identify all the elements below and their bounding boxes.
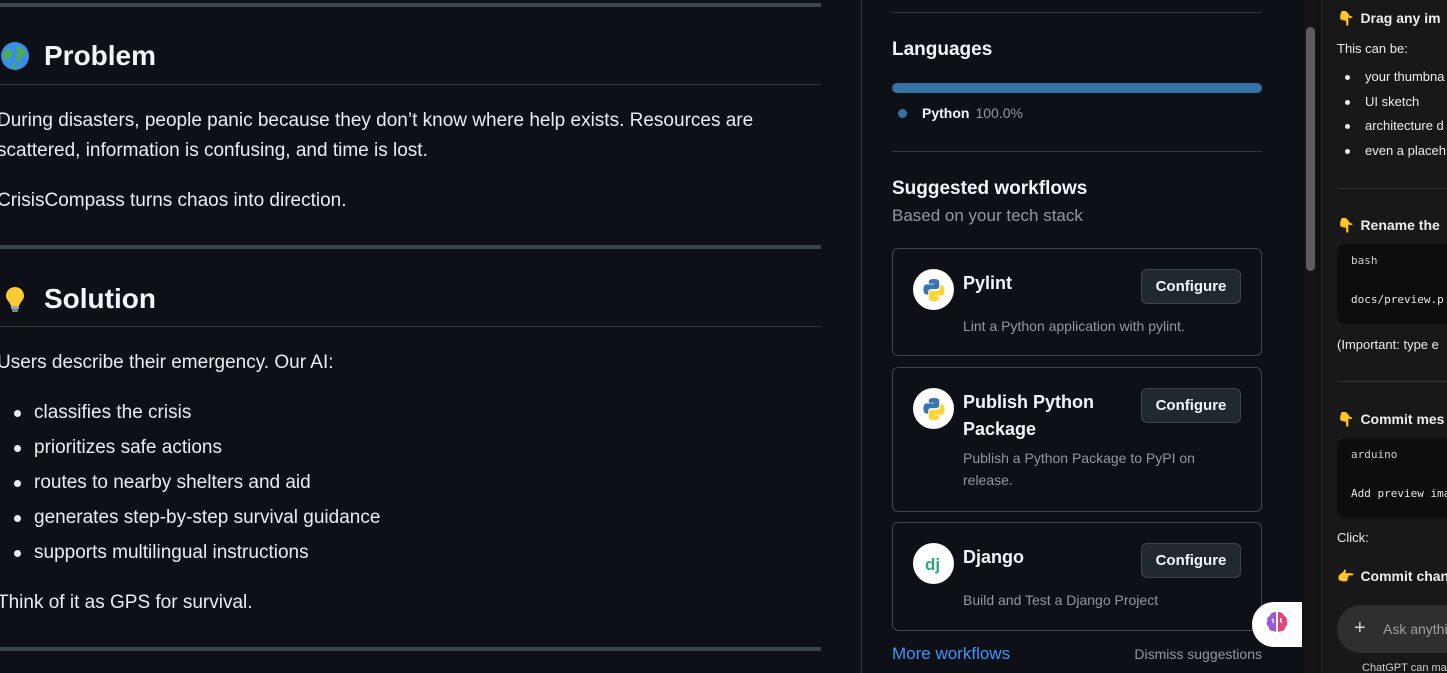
solution-closing: Think of it as GPS for survival. [0,592,253,613]
drag-heading: 👇 Drag any im [1337,10,1441,26]
problem-line-1: During disasters, people panic because t… [0,110,754,131]
dismiss-suggestions-link[interactable]: Dismiss suggestions [1134,646,1262,662]
sidebar-divider [892,12,1262,13]
languages-heading: Languages [892,39,993,60]
chat-divider [1337,188,1447,189]
layout-divider [861,0,862,673]
horizontal-rule [0,647,821,651]
language-name: Python [922,105,970,121]
code-text: Add preview ima [1351,487,1447,500]
suggested-workflows-heading: Suggested workflows [892,178,1088,199]
django-logo-icon: dj [913,543,954,584]
python-logo-icon [913,269,954,310]
list-item: classifies the crisis [13,399,380,434]
horizontal-rule [0,3,821,7]
pointing-down-icon: 👇 [1337,411,1355,427]
list-item: generates step-by-step survival guidance [13,504,380,539]
light-bulb-icon [0,284,30,314]
problem-line-2: scattered, information is confusing, and… [0,140,428,161]
code-block: arduino Add preview ima [1337,438,1447,518]
problem-tagline: CrisisCompass turns chaos into direction… [0,190,347,211]
scrollbar-thumb[interactable] [1306,27,1315,271]
rename-heading: 👇 Rename the [1337,217,1440,233]
list-item: supports multilingual instructions [13,539,380,574]
problem-title: Problem [44,40,157,71]
list-item: prioritizes safe actions [13,434,380,469]
workflow-description: Publish a Python Package to PyPI on rele… [963,450,1195,488]
heading-underline [0,326,821,327]
chat-input-placeholder: Ask anythi [1383,621,1447,637]
configure-button[interactable]: Configure [1141,543,1241,578]
can-be-label: This can be: [1337,41,1408,56]
commit-changes-line: 👉Commit chang [1337,568,1447,584]
workflow-title: Django [963,547,1024,567]
workflow-description: Lint a Python application with pylint. [963,318,1185,334]
more-workflows-link[interactable]: More workflows [892,644,1010,664]
workflow-description: Build and Test a Django Project [963,592,1159,608]
problem-paragraph: During disasters, people panic because t… [0,106,797,166]
heading-underline [0,84,821,85]
workflow-title: Publish Python Package [963,392,1095,439]
chatgpt-panel: 👇 Drag any im This can be: your thumbna U… [1321,0,1447,673]
pointing-down-icon: 👇 [1337,10,1355,26]
code-block: bash docs/preview.p [1337,244,1447,324]
list-item: your thumbna [1345,69,1445,84]
code-language: arduino [1351,448,1398,461]
suggested-workflows-subheading: Based on your tech stack [892,206,1083,225]
code-language: bash [1351,254,1378,267]
pointing-right-icon: 👉 [1337,568,1355,584]
important-note: (Important: type e [1337,337,1439,352]
code-text: docs/preview.p [1351,293,1444,306]
workflow-card-publish-python-package: Publish Python Package Configure Publish… [892,367,1262,512]
sidebar-divider [892,151,1262,152]
configure-button[interactable]: Configure [1141,388,1241,423]
list-item: UI sketch [1344,94,1420,109]
brain-icon [1264,609,1290,640]
list-item: architecture d [1345,118,1444,133]
repo-sidebar: Languages Python 100.0% Suggested workfl… [892,0,1262,673]
solution-heading: Solution [0,283,156,315]
list-item: even a placeh [1345,143,1446,158]
svg-text:dj: dj [925,555,940,574]
problem-heading: Problem [0,40,156,72]
readme-content: Problem During disasters, people panic b… [0,0,822,673]
language-percent: 100.0% [975,105,1023,121]
chat-input[interactable]: + Ask anythi [1337,605,1447,653]
solution-intro: Users describe their emergency. Our AI: [0,352,334,373]
language-item-python[interactable]: Python 100.0% [898,105,1023,121]
commit-heading: 👇 Commit mes [1337,411,1445,427]
chat-disclaimer: ChatGPT can ma [1362,662,1447,673]
language-bar [892,83,1262,93]
pointing-down-icon: 👇 [1337,217,1355,233]
horizontal-rule [0,245,821,249]
configure-button[interactable]: Configure [1141,269,1241,304]
python-logo-icon [913,388,954,429]
solution-list: classifies the crisis prioritizes safe a… [13,399,380,574]
workflow-title: Pylint [963,273,1013,293]
language-color-dot [898,108,907,118]
click-label: Click: [1337,530,1369,545]
chat-divider [1337,381,1447,382]
list-item: routes to nearby shelters and aid [13,469,380,504]
plus-icon[interactable]: + [1354,617,1366,639]
solution-title: Solution [44,283,156,314]
globe-icon [0,41,30,71]
workflow-card-django: dj Django Configure Build and Test a Dja… [892,522,1262,631]
workflow-card-pylint: Pylint Configure Lint a Python applicati… [892,248,1262,356]
ai-assistant-button[interactable] [1252,602,1302,647]
